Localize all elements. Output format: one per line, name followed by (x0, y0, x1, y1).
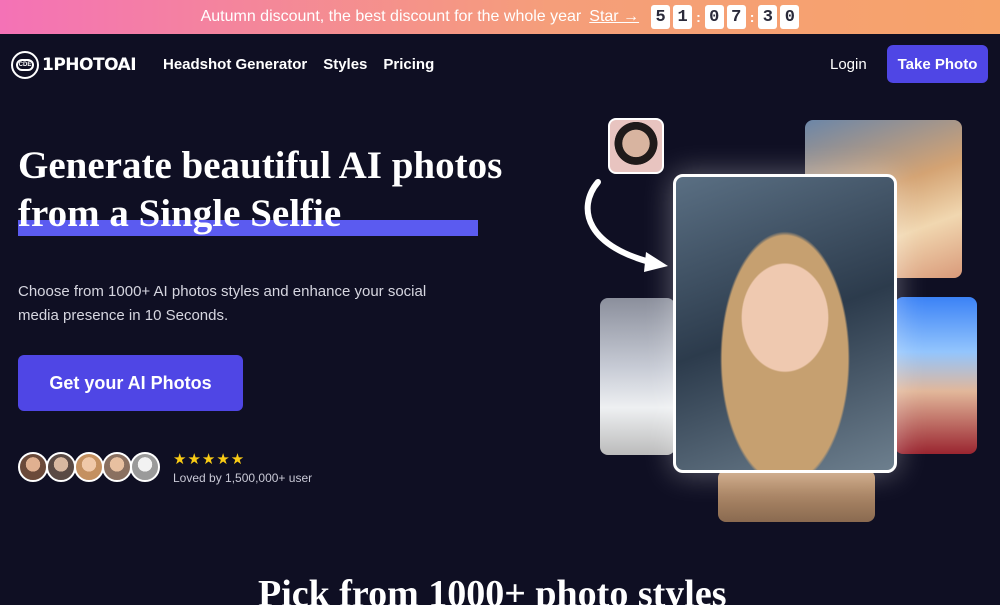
top-nav: CDE 1PHOTOAI Headshot Generator Styles P… (0, 34, 1000, 96)
take-photo-button[interactable]: Take Photo (887, 45, 988, 83)
generated-ai-photo (673, 174, 897, 473)
star-rating-icon: ★★★★★ (173, 451, 246, 468)
avatar (102, 452, 132, 482)
sample-photo-right (895, 297, 977, 454)
get-ai-photos-button[interactable]: Get your AI Photos (18, 355, 243, 411)
sample-photo-bottom (718, 470, 875, 522)
headline-line-1: Generate beautiful AI photos (18, 144, 503, 187)
rating: ★★★★★ Loved by 1,500,000+ user (173, 450, 312, 485)
avatar (46, 452, 76, 482)
promo-text: Autumn discount, the best discount for t… (200, 8, 582, 25)
logo-camera-icon: CDE (11, 51, 39, 79)
curved-arrow-icon (584, 179, 668, 272)
selfie-thumbnail (608, 118, 664, 174)
nav-link-pricing[interactable]: Pricing (383, 56, 434, 73)
headline-line-2: from a Single Selfie (18, 192, 342, 235)
avatar (18, 452, 48, 482)
avatar (74, 452, 104, 482)
logo-text: 1PHOTOAI (42, 55, 137, 75)
countdown-timer: 5 1 : 0 7 : 3 0 (651, 5, 800, 29)
login-link[interactable]: Login (830, 56, 867, 73)
avatar (130, 452, 160, 482)
timer-digit: 7 (726, 5, 746, 29)
nav-links: Headshot Generator Styles Pricing (163, 56, 434, 73)
timer-digit: 0 (780, 5, 800, 29)
loved-by-text: Loved by 1,500,000+ user (173, 471, 313, 485)
timer-digit: 5 (651, 5, 671, 29)
timer-separator: : (749, 9, 755, 25)
promo-star-link[interactable]: Star → (589, 8, 639, 26)
timer-digit: 0 (704, 5, 724, 29)
section-title: Pick from 1000+ photo styles (258, 573, 727, 605)
hero-headline: Generate beautiful AI photos from a Sing… (18, 142, 538, 238)
hero-subtitle: Choose from 1000+ AI photos styles and e… (18, 283, 427, 324)
promo-banner: Autumn discount, the best discount for t… (0, 0, 1000, 34)
nav-link-headshot-generator[interactable]: Headshot Generator (163, 56, 307, 73)
logo-badge: CDE (16, 59, 34, 71)
timer-digit: 1 (673, 5, 693, 29)
nav-link-styles[interactable]: Styles (323, 56, 367, 73)
timer-digit: 3 (758, 5, 778, 29)
logo[interactable]: CDE 1PHOTOAI (11, 51, 137, 79)
user-avatars (18, 452, 160, 482)
timer-separator: : (696, 9, 701, 25)
sample-photo-left (600, 298, 675, 455)
